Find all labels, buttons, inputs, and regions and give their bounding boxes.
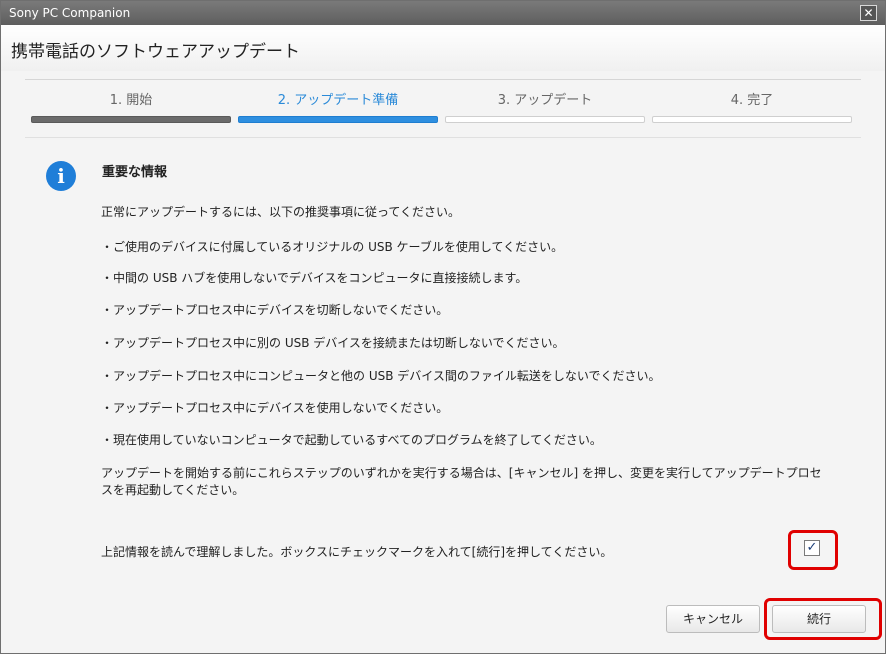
step-4-label: 4. 完了 (730, 93, 774, 108)
step-3-label: 3. アップデート (497, 93, 593, 108)
info-intro: 正常にアップデートするには、以下の推奨事項に従ってください。 (101, 205, 461, 219)
restart-note: アップデートを開始する前にこれらステップのいずれかを実行する場合は、[キャンセル… (101, 466, 822, 497)
dialog-header: 携帯電話のソフトウェアアップデート (1, 25, 885, 71)
title-bar: Sony PC Companion ✕ (1, 1, 885, 25)
dialog-window: Sony PC Companion ✕ 携帯電話のソフトウェアアップデート 1.… (0, 0, 886, 654)
info-icon: i (46, 161, 76, 191)
step-3-progress (445, 116, 645, 123)
continue-button[interactable]: 続行 (772, 605, 866, 633)
confirm-checkbox[interactable]: ✓ (804, 540, 820, 556)
recommendation-item: ・アップデートプロセス中に別の USB デバイスを接続または切断しないでください… (101, 336, 565, 350)
info-heading: 重要な情報 (102, 165, 168, 180)
steps-divider (25, 79, 861, 80)
recommendation-item: ・アップデートプロセス中にデバイスを使用しないでください。 (101, 401, 449, 415)
recommendation-item: ・中間の USB ハブを使用しないでデバイスをコンピュータに直接接続します。 (101, 271, 528, 285)
recommendation-item: ・アップデートプロセス中にコンピュータと他の USB デバイス間のファイル転送を… (101, 369, 661, 383)
step-1-progress (31, 116, 231, 123)
close-button[interactable]: ✕ (860, 5, 877, 21)
window-title: Sony PC Companion (9, 6, 131, 20)
step-4-progress (652, 116, 852, 123)
cancel-button[interactable]: キャンセル (666, 605, 760, 633)
step-2-progress (238, 116, 438, 123)
content-divider (25, 137, 861, 138)
close-icon: ✕ (863, 6, 874, 20)
recommendation-item: ・ご使用のデバイスに付属しているオリジナルの USB ケーブルを使用してください… (101, 240, 564, 254)
recommendation-item: ・アップデートプロセス中にデバイスを切断しないでください。 (101, 303, 449, 317)
checkmark-icon: ✓ (806, 540, 818, 555)
step-1-label: 1. 開始 (109, 93, 153, 108)
page-title: 携帯電話のソフトウェアアップデート (11, 42, 300, 62)
recommendation-item: ・現在使用していないコンピュータで起動しているすべてのプログラムを終了してくださ… (101, 433, 602, 447)
confirm-label: 上記情報を読んで理解しました。ボックスにチェックマークを入れて[続行]を押してく… (101, 545, 613, 559)
step-2-label: 2. アップデート準備 (277, 93, 399, 108)
